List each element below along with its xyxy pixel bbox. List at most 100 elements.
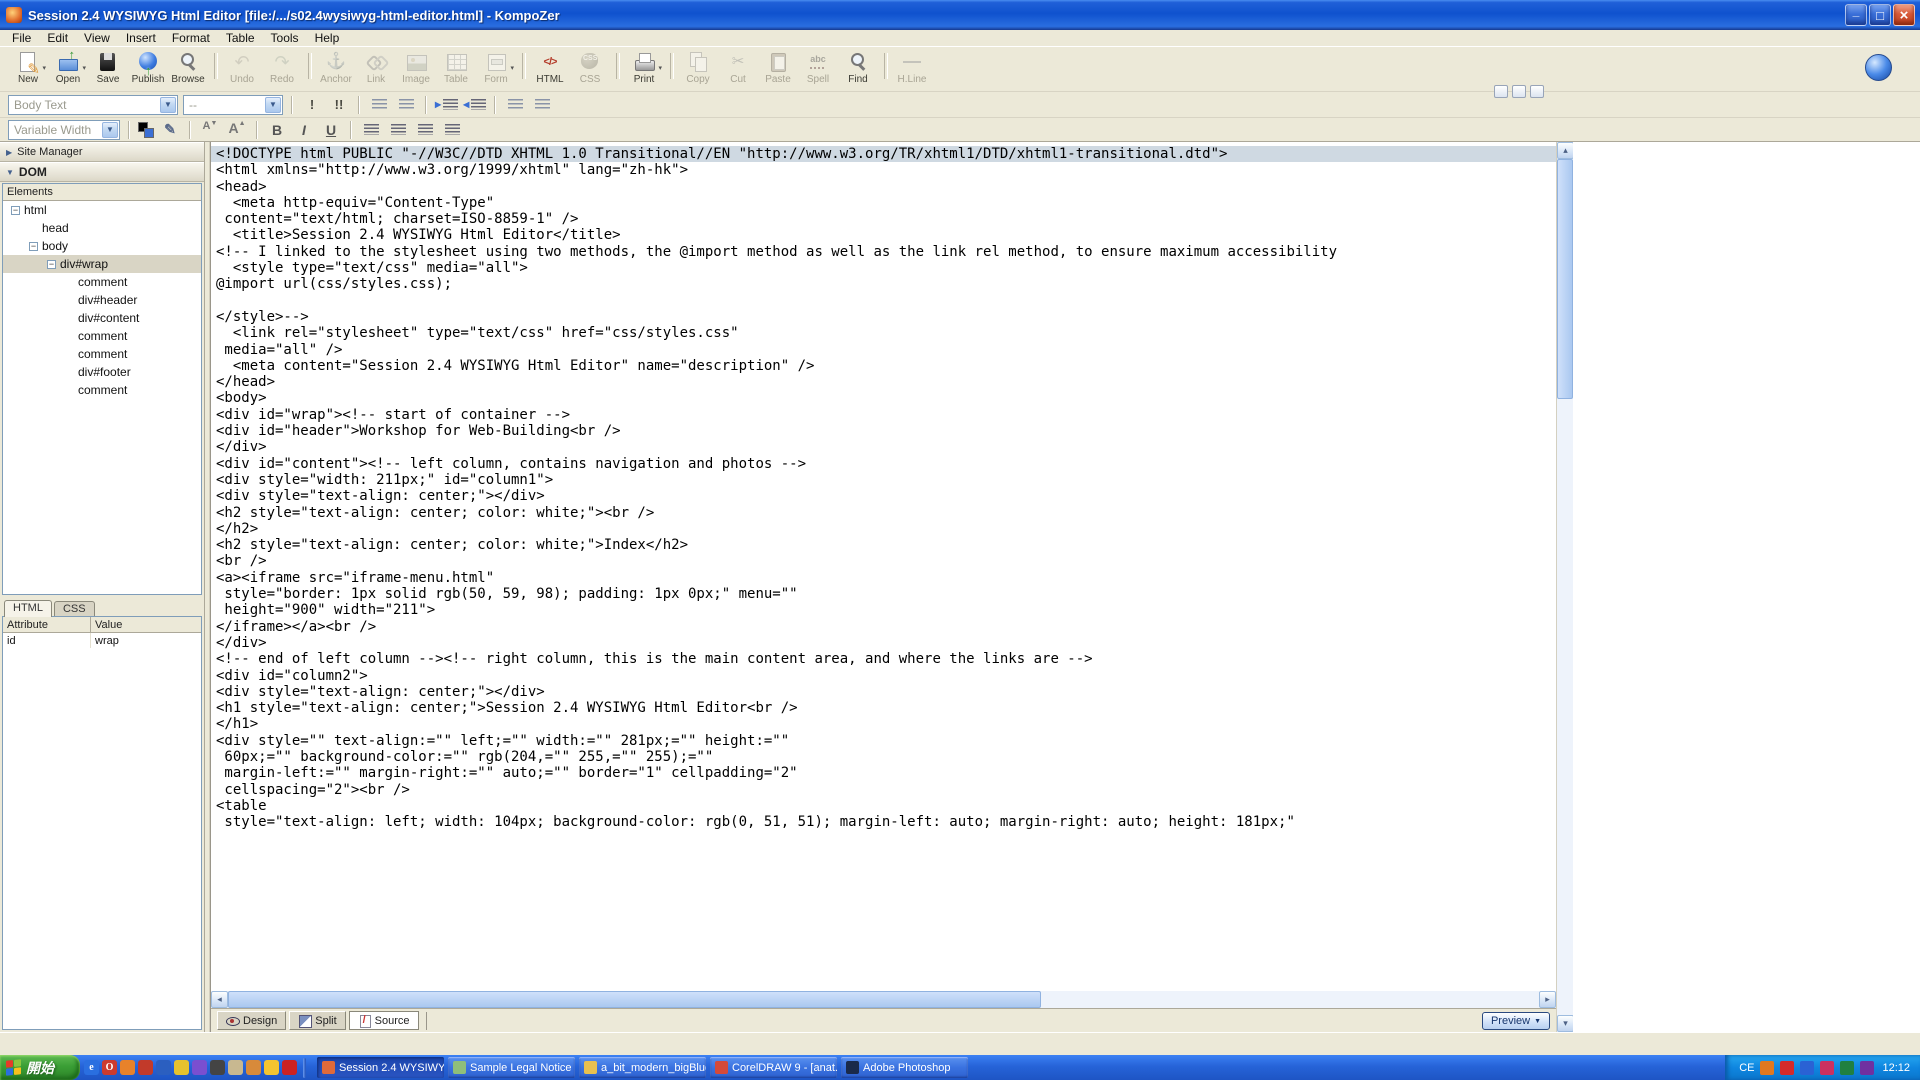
media-player-icon[interactable] [192, 1060, 207, 1075]
source-line[interactable]: <h2 style="text-align: center; color: wh… [211, 537, 1556, 553]
menu-item[interactable]: Insert [118, 30, 164, 46]
horizontal-scrollbar[interactable]: ◂ ▸ [211, 991, 1556, 1008]
network-tray-icon[interactable] [1800, 1061, 1814, 1075]
redo-button[interactable]: ▾ Redo [262, 49, 302, 85]
preview-button[interactable]: Preview ▼ [1482, 1012, 1550, 1030]
source-line[interactable]: <meta content="Session 2.4 WYSIWYG Html … [211, 358, 1556, 374]
messenger-icon[interactable] [156, 1060, 171, 1075]
tree-item-head[interactable]: head [3, 219, 201, 237]
definition-description-button[interactable] [531, 95, 553, 115]
css-tab[interactable]: CSS [54, 601, 95, 616]
language-indicator[interactable]: CE [1739, 1062, 1754, 1074]
source-line[interactable]: <div style="width: 211px;" id="column1"> [211, 472, 1556, 488]
tree-expander-icon[interactable] [11, 206, 20, 215]
source-line[interactable]: <head> [211, 179, 1556, 195]
background-color-swatch[interactable] [144, 128, 154, 138]
table-button[interactable]: ▾ Table [436, 49, 476, 85]
spell-button[interactable]: ▾ Spell [798, 49, 838, 85]
smiley-icon[interactable] [264, 1060, 279, 1075]
larger-font-button[interactable]: A▲ [226, 120, 248, 140]
hline-button[interactable]: ▾ H.Line [892, 49, 932, 85]
save-button[interactable]: ▾ Save [88, 49, 128, 85]
source-line[interactable]: <div id="header">Workshop for Web-Buildi… [211, 423, 1556, 439]
scheduler-tray-icon[interactable] [1860, 1061, 1874, 1075]
publish-button[interactable]: ▾ Publish [128, 49, 168, 85]
highlight-color-button[interactable]: ✎ [159, 120, 181, 140]
form-button[interactable]: ▾ Form [476, 49, 516, 85]
scroll-left-button[interactable]: ◂ [211, 991, 228, 1008]
firefox-icon[interactable] [120, 1060, 135, 1075]
underline-button[interactable]: U [320, 120, 342, 140]
source-line[interactable]: <br /> [211, 553, 1556, 569]
opera-icon[interactable]: O [102, 1060, 117, 1075]
antivirus-tray-icon[interactable] [1780, 1061, 1794, 1075]
pen-icon[interactable] [246, 1060, 261, 1075]
horizontal-scrollbar-track[interactable] [228, 991, 1539, 1008]
menu-item[interactable]: Table [218, 30, 263, 46]
start-button[interactable]: 開始 [0, 1055, 80, 1080]
outdent-button[interactable]: ◀ [463, 95, 486, 115]
source-line[interactable] [211, 293, 1556, 309]
source-tab[interactable]: Source [349, 1011, 419, 1030]
volume-tray-icon[interactable] [1840, 1061, 1854, 1075]
maximize-button[interactable] [1869, 4, 1891, 26]
design-tab[interactable]: Design [217, 1011, 286, 1030]
menu-item[interactable]: View [76, 30, 118, 46]
tree-expander-icon[interactable] [47, 260, 56, 269]
horizontal-scrollbar-thumb[interactable] [228, 991, 1041, 1008]
open-button[interactable]: ▾ Open [48, 49, 88, 85]
menu-item[interactable]: File [4, 30, 39, 46]
print-button[interactable]: ▾ Print [624, 49, 664, 85]
dropdown-arrow-icon[interactable]: ▾ [42, 64, 46, 72]
tree-item-div-wrap[interactable]: div#wrap [3, 255, 201, 273]
toolbar-grip[interactable] [303, 1058, 306, 1078]
source-line[interactable]: margin-left:="" margin-right:="" auto;="… [211, 765, 1556, 781]
vertical-scrollbar-track[interactable] [1557, 159, 1573, 1015]
tree-item-html[interactable]: html [3, 201, 201, 219]
source-line[interactable]: <meta http-equiv="Content-Type" [211, 195, 1556, 211]
justify-button[interactable] [441, 120, 463, 140]
source-line[interactable]: style="border: 1px solid rgb(50, 59, 98)… [211, 586, 1556, 602]
align-left-button[interactable] [360, 120, 382, 140]
eyedropper-icon[interactable] [1530, 85, 1544, 98]
source-view[interactable]: <!DOCTYPE html PUBLIC "-//W3C//DTD XHTML… [211, 142, 1556, 991]
source-line[interactable]: <h1 style="text-align: center;">Session … [211, 700, 1556, 716]
menu-item[interactable]: Help [307, 30, 348, 46]
align-center-button[interactable] [387, 120, 409, 140]
scroll-up-button[interactable]: ▴ [1557, 142, 1574, 159]
ie-icon[interactable]: e [84, 1060, 99, 1075]
html-button[interactable]: ▾ HTML [530, 49, 570, 85]
source-line[interactable]: </h1> [211, 716, 1556, 732]
tree-item-div-footer[interactable]: div#footer [3, 363, 201, 381]
task-photoshop[interactable]: Adobe Photoshop [841, 1057, 968, 1078]
source-line[interactable]: style="text-align: left; width: 104px; b… [211, 814, 1556, 830]
tree-item-comment[interactable]: comment [3, 327, 201, 345]
red-ball-icon[interactable] [282, 1060, 297, 1075]
source-line[interactable]: content="text/html; charset=ISO-8859-1" … [211, 211, 1556, 227]
site-manager-panel-header[interactable]: ▶ Site Manager [0, 142, 204, 162]
source-line[interactable]: <title>Session 2.4 WYSIWYG Html Editor</… [211, 227, 1556, 243]
tree-expander-icon[interactable] [29, 242, 38, 251]
tree-item-comment[interactable]: comment [3, 381, 201, 399]
tree-item-div-content[interactable]: div#content [3, 309, 201, 327]
chevron-down-icon[interactable]: ▼ [265, 97, 281, 113]
source-line[interactable]: 60px;="" background-color:="" rgb(204,="… [211, 749, 1556, 765]
source-line[interactable]: </style>--> [211, 309, 1556, 325]
attribute-row[interactable]: id wrap [3, 633, 201, 648]
source-line[interactable]: @import url(css/styles.css); [211, 276, 1556, 292]
task-coreldraw[interactable]: CorelDRAW 9 - [anat... [710, 1057, 837, 1078]
browse-button[interactable]: ▾ Browse [168, 49, 208, 85]
attribute-column-header[interactable]: Attribute [3, 617, 91, 632]
menu-item[interactable]: Tools [263, 30, 307, 46]
source-line[interactable]: cellspacing="2"><br /> [211, 782, 1556, 798]
paste-button[interactable]: ▾ Paste [758, 49, 798, 85]
source-line[interactable]: <!-- end of left column --><!-- right co… [211, 651, 1556, 667]
elements-column-header[interactable]: Elements [3, 184, 201, 201]
menu-item[interactable]: Edit [39, 30, 76, 46]
find-button[interactable]: ▾ Find [838, 49, 878, 85]
image-button[interactable]: ▾ Image [396, 49, 436, 85]
scroll-right-button[interactable]: ▸ [1539, 991, 1556, 1008]
source-line[interactable]: media="all" /> [211, 342, 1556, 358]
magnifier-icon[interactable] [1494, 85, 1508, 98]
tree-item-div-header[interactable]: div#header [3, 291, 201, 309]
